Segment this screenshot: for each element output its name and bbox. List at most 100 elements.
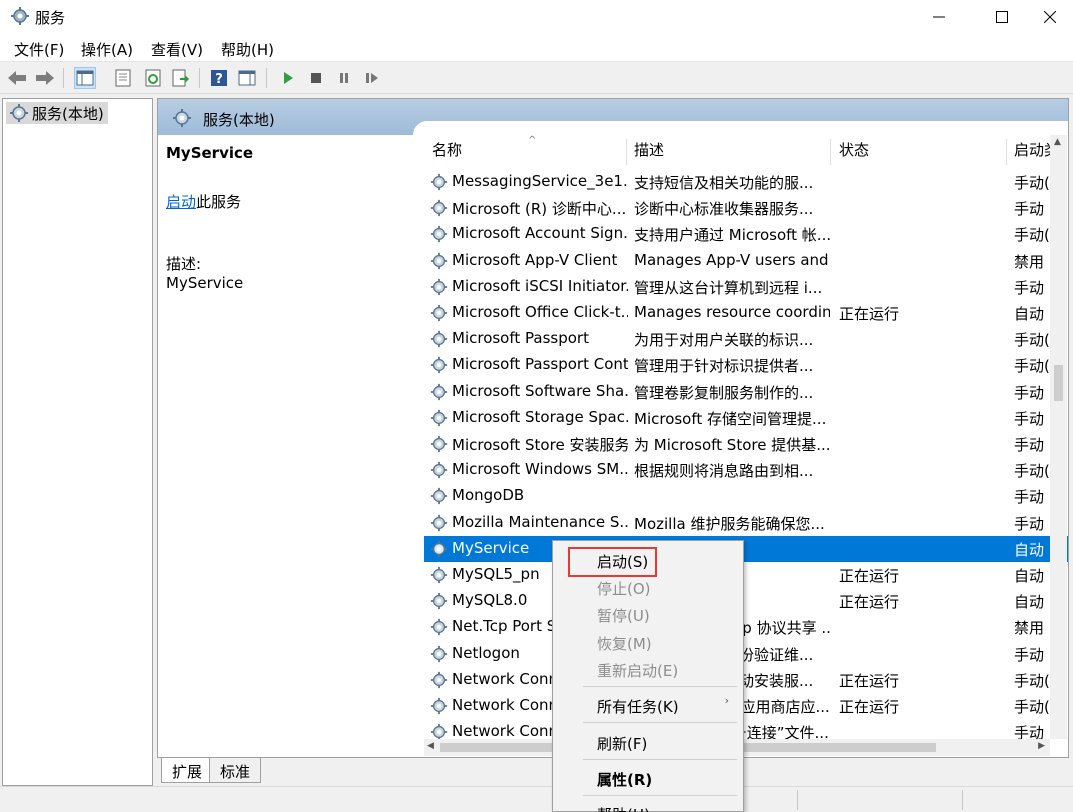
table-row[interactable]: Microsoft Account Sign... 支持用户通过 Microsof… — [424, 221, 1068, 247]
menu-item-all-tasks[interactable]: 所有任务(K) — [597, 696, 679, 717]
service-gear-icon — [430, 173, 448, 195]
help-button[interactable]: ? — [208, 67, 230, 89]
description-text: MyService — [166, 274, 244, 292]
cell-description: 为 Microsoft Store 提供基... — [634, 436, 830, 454]
vertical-scrollbar[interactable]: ▲ — [1050, 135, 1067, 739]
cell-status: 正在运行 — [839, 671, 900, 690]
menu-item-refresh[interactable]: 刷新(F) — [597, 733, 647, 754]
cell-description: 诊断中心标准收集器服务... — [634, 200, 814, 219]
table-row[interactable]: MessagingService_3e1... 支持短信及相关功能的服... 手动(… — [424, 169, 1068, 195]
scroll-right-icon[interactable]: ▶ — [1038, 741, 1045, 751]
export-list-button[interactable] — [170, 67, 192, 89]
show-hide-action-pane-button[interactable] — [236, 67, 258, 89]
pause-service-button[interactable] — [333, 67, 355, 89]
forward-button[interactable] — [34, 67, 56, 89]
table-row[interactable]: Microsoft iSCSI Initiator... 管理从这台计算机到远程 … — [424, 274, 1068, 300]
menu-view[interactable]: 查看(V) — [151, 39, 203, 60]
service-gear-icon — [430, 304, 448, 326]
resume-service-button[interactable] — [361, 67, 383, 89]
cell-startup-type: 手动 — [1014, 278, 1045, 297]
table-row[interactable]: Microsoft (R) 诊断中心... 诊断中心标准收集器服务... 手动 — [424, 195, 1068, 221]
service-gear-icon — [430, 409, 448, 431]
table-row[interactable]: Network Connection Br...允许 Windows 应用商店应… — [424, 693, 1068, 719]
column-header-status[interactable]: 状态 — [839, 139, 869, 165]
cell-name: Microsoft iSCSI Initiator... — [452, 276, 628, 295]
service-gear-icon — [430, 383, 448, 405]
stop-service-button[interactable] — [305, 67, 327, 89]
cell-name: Microsoft Office Click-t... — [452, 303, 628, 321]
back-button[interactable] — [6, 67, 28, 89]
cell-startup-type: 手动 — [1014, 409, 1045, 428]
tree-item-label: 服务(本地) — [32, 104, 104, 123]
table-row[interactable]: MyServiceMyService自动 — [424, 535, 1068, 562]
table-row[interactable]: Network Connected De...网络连接设备自动安装服...正在运… — [424, 667, 1068, 693]
menu-action[interactable]: 操作(A) — [81, 39, 133, 60]
show-hide-tree-button[interactable] — [74, 67, 96, 89]
cell-startup-type: 手动 — [1014, 436, 1045, 454]
selected-service-name: MyService — [166, 144, 254, 162]
table-row[interactable]: Microsoft Passport Cont... 管理用于针对标识提供者...… — [424, 352, 1068, 378]
sort-ascending-icon: ^ — [528, 135, 537, 146]
column-header-description[interactable]: 描述 — [634, 139, 664, 165]
table-row[interactable]: MySQL8.0 正在运行 自动 — [424, 588, 1068, 614]
table-row[interactable]: Mozilla Maintenance S... Mozilla 维护服务能确保您… — [424, 510, 1068, 536]
minimize-button[interactable] — [916, 0, 962, 34]
scroll-up-icon[interactable]: ▲ — [1054, 137, 1061, 147]
start-service-link[interactable]: 启动 — [166, 193, 196, 211]
service-gear-icon — [430, 671, 448, 693]
column-header-name[interactable]: 名称 ^ — [432, 135, 536, 165]
refresh-button[interactable] — [142, 67, 164, 89]
table-row[interactable]: Microsoft Software Sha... 管理卷影复制服务制作的... 手… — [424, 379, 1068, 405]
table-row[interactable]: MongoDB 手动 — [424, 483, 1068, 509]
service-gear-icon — [430, 278, 448, 300]
table-row[interactable]: MySQL5_pn 正在运行 自动 — [424, 562, 1068, 588]
svg-text:?: ? — [215, 72, 223, 87]
close-button[interactable] — [1027, 0, 1073, 34]
cell-description: 根据规则将消息路由到相... — [634, 462, 814, 481]
cell-startup-type: 手动 — [1014, 488, 1045, 507]
maximize-button[interactable] — [979, 0, 1025, 34]
scroll-left-icon[interactable]: ◀ — [427, 741, 434, 751]
table-row[interactable]: Netlogon为用户和服务身份验证维...手动 — [424, 641, 1068, 667]
properties-button[interactable] — [112, 67, 134, 89]
vertical-scroll-thumb[interactable] — [1054, 365, 1063, 401]
cell-status: 正在运行 — [839, 567, 900, 585]
cell-startup-type: 自动 — [1014, 540, 1045, 559]
service-gear-icon — [430, 592, 448, 614]
pause-service-icon — [340, 73, 348, 83]
menu-file[interactable]: 文件(F) — [14, 39, 64, 60]
cell-startup-type: 自动 — [1014, 567, 1045, 585]
minimize-icon — [933, 16, 945, 18]
tree-item-services-local[interactable]: 服务(本地) — [6, 102, 108, 124]
service-gear-icon — [430, 461, 448, 483]
table-row[interactable]: Microsoft Store 安装服务为 Microsoft Store 提供… — [424, 431, 1068, 457]
services-gear-icon — [173, 109, 191, 127]
cell-name: Mozilla Maintenance S... — [452, 512, 628, 531]
cell-description: 支持用户通过 Microsoft 帐... — [634, 226, 830, 245]
properties-icon — [115, 69, 131, 87]
table-row[interactable]: Microsoft Office Click-t... Manages resou… — [424, 300, 1068, 326]
tab-extended[interactable]: 扩展 — [161, 758, 214, 783]
table-row[interactable]: Microsoft Windows SM... 根据规则将消息路由到相... 手动(… — [424, 457, 1068, 483]
service-gear-icon — [430, 514, 448, 536]
resume-service-icon — [366, 73, 378, 83]
table-row[interactable]: Microsoft Passport 为用于对用户关联的标识... 手动(角 — [424, 326, 1068, 352]
start-service-button[interactable] — [277, 67, 299, 89]
cell-name: Microsoft Passport — [452, 329, 589, 348]
table-row[interactable]: Microsoft App-V Client Manages App-V user… — [424, 248, 1068, 274]
cell-name: MessagingService_3e1... — [452, 172, 628, 190]
menu-help[interactable]: 帮助(H) — [221, 39, 274, 60]
tab-standard[interactable]: 标准 — [209, 758, 262, 783]
menu-item-start[interactable]: 启动(S) — [597, 551, 648, 572]
menu-item-properties[interactable]: 属性(R) — [597, 769, 652, 790]
menu-item-help[interactable]: 帮助(H) — [597, 804, 650, 812]
table-row[interactable]: Net.Tcp Port Sharing S...提供通过 net.tcp 协议… — [424, 614, 1068, 640]
service-gear-icon — [430, 618, 448, 640]
cell-startup-type: 禁用 — [1014, 619, 1045, 638]
table-row[interactable]: Microsoft Storage Spac... Microsoft 存储空间管… — [424, 405, 1068, 431]
menu-item-resume: 恢复(M) — [597, 635, 652, 653]
cell-description: 管理卷影复制服务制作的... — [634, 383, 814, 402]
service-gear-icon — [430, 199, 448, 221]
show-hide-action-pane-icon — [238, 70, 256, 86]
service-gear-icon — [430, 225, 448, 247]
